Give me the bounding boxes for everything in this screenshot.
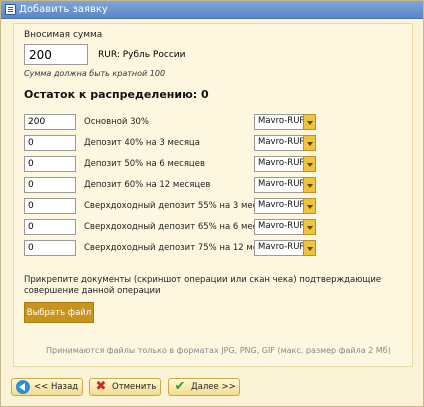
chevron-down-icon[interactable] bbox=[303, 177, 316, 193]
currency-select[interactable]: Mavro-RUR bbox=[254, 240, 316, 256]
deposit-label: Депозит 60% на 12 месяцев bbox=[84, 180, 211, 190]
amount-input[interactable] bbox=[24, 44, 88, 65]
titlebar: Добавить заявку bbox=[1, 1, 423, 19]
deposit-row: Депозит 60% на 12 месяцев Mavro-RUR bbox=[24, 177, 414, 194]
cancel-button[interactable]: ✖ Отменить bbox=[89, 378, 161, 396]
deposit-row: Сверхдоходный депозит 55% на 3 месяца Ma… bbox=[24, 198, 414, 215]
cancel-label: Отменить bbox=[112, 382, 157, 392]
form-panel: Вносимая сумма RUR: Рубль России Сумма д… bbox=[13, 23, 413, 367]
deposit-row: Депозит 50% на 6 месяцев Mavro-RUR bbox=[24, 156, 414, 173]
arrow-left-icon bbox=[16, 380, 30, 394]
window-title: Добавить заявку bbox=[19, 4, 108, 15]
deposit-row: Сверхдоходный депозит 75% на 12 месяцев … bbox=[24, 240, 414, 257]
currency-select[interactable]: Mavro-RUR bbox=[254, 177, 316, 193]
next-label: Далее >> bbox=[191, 382, 236, 392]
currency-select[interactable]: Mavro-RUR bbox=[254, 114, 316, 130]
amount-hint: Сумма должна быть кратной 100 bbox=[24, 69, 166, 78]
deposit-row: Депозит 40% на 3 месяца Mavro-RUR bbox=[24, 135, 414, 152]
deposit-amount-input[interactable] bbox=[24, 177, 76, 193]
footer-bar: << Назад ✖ Отменить ✔ Далее >> bbox=[1, 373, 423, 407]
remaining-title: Остаток к распределению: 0 bbox=[24, 88, 209, 101]
form-icon bbox=[5, 4, 16, 15]
deposit-amount-input[interactable] bbox=[24, 114, 76, 130]
deposit-row: Сверхдоходный депозит 65% на 6 месяцев M… bbox=[24, 219, 414, 236]
deposit-label: Сверхдоходный депозит 55% на 3 месяца bbox=[84, 201, 274, 211]
chevron-down-icon[interactable] bbox=[303, 156, 316, 172]
deposit-amount-input[interactable] bbox=[24, 240, 76, 256]
deposit-label: Основной 30% bbox=[84, 117, 150, 127]
back-button[interactable]: << Назад bbox=[11, 378, 83, 396]
next-button[interactable]: ✔ Далее >> bbox=[168, 378, 240, 396]
deposit-label: Сверхдоходный депозит 65% на 6 месяцев bbox=[84, 222, 279, 232]
deposit-row: Основной 30% Mavro-RUR bbox=[24, 114, 414, 131]
deposit-amount-input[interactable] bbox=[24, 156, 76, 172]
deposit-label: Депозит 50% на 6 месяцев bbox=[84, 159, 205, 169]
currency-select[interactable]: Mavro-RUR bbox=[254, 198, 316, 214]
deposit-amount-input[interactable] bbox=[24, 219, 76, 235]
chevron-down-icon[interactable] bbox=[303, 240, 316, 256]
deposit-amount-input[interactable] bbox=[24, 198, 76, 214]
deposit-label: Депозит 40% на 3 месяца bbox=[84, 138, 200, 148]
x-icon: ✖ bbox=[95, 379, 107, 394]
amount-label: Вносимая сумма bbox=[24, 30, 103, 40]
back-label: << Назад bbox=[34, 382, 79, 392]
currency-text: RUR: Рубль России bbox=[98, 50, 186, 60]
formats-note: Принимаются файлы только в форматах JPG,… bbox=[46, 346, 391, 355]
choose-file-button[interactable]: Выбрать файл bbox=[24, 302, 94, 323]
chevron-down-icon[interactable] bbox=[303, 198, 316, 214]
currency-select[interactable]: Mavro-RUR bbox=[254, 135, 316, 151]
currency-select[interactable]: Mavro-RUR bbox=[254, 156, 316, 172]
chevron-down-icon[interactable] bbox=[303, 135, 316, 151]
chevron-down-icon[interactable] bbox=[303, 114, 316, 130]
chevron-down-icon[interactable] bbox=[303, 219, 316, 235]
currency-select[interactable]: Mavro-RUR bbox=[254, 219, 316, 235]
attach-instructions: Прикрепите документы (скриншот операции … bbox=[24, 275, 382, 296]
dialog-window: Добавить заявку Вносимая сумма RUR: Рубл… bbox=[0, 0, 424, 407]
check-icon: ✔ bbox=[174, 379, 186, 394]
deposit-amount-input[interactable] bbox=[24, 135, 76, 151]
